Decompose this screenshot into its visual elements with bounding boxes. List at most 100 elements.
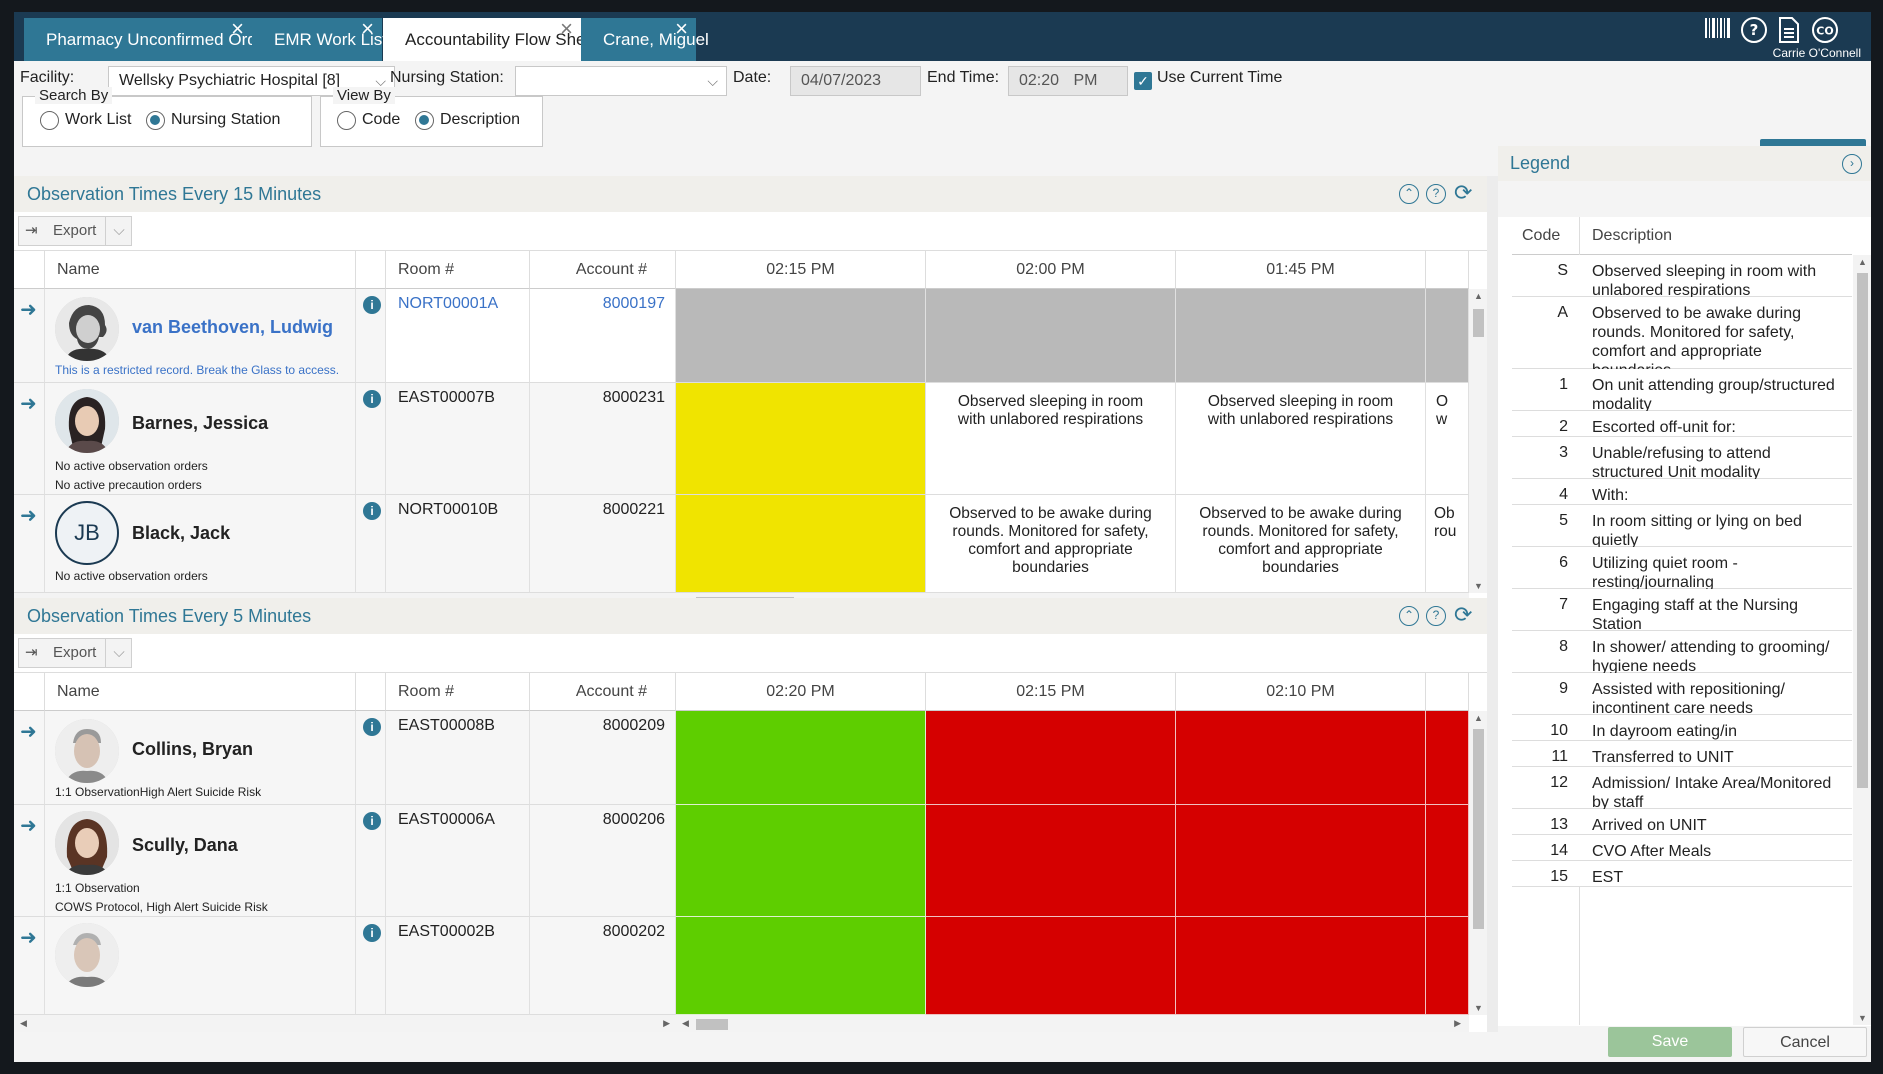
scroll-down-icon[interactable]: ▼ xyxy=(1474,581,1483,591)
open-record-button[interactable]: ➜ xyxy=(14,711,45,805)
refresh-icon[interactable]: ⟳ xyxy=(1454,603,1472,627)
info-icon[interactable]: i xyxy=(363,924,381,942)
scroll-up-icon[interactable]: ▲ xyxy=(1858,257,1867,267)
observation-cell[interactable]: Observed to be awake during rounds. Moni… xyxy=(926,495,1176,593)
export-button[interactable]: ⇥ Export ⌵ xyxy=(18,216,132,246)
legend-vertical-scrollbar[interactable]: ▲ ▼ xyxy=(1853,255,1871,1025)
legend-column-code[interactable]: Code xyxy=(1522,227,1560,245)
observation-cell-overdue[interactable] xyxy=(926,805,1176,917)
chevron-down-icon[interactable]: ⌵ xyxy=(105,217,132,245)
scroll-thumb[interactable] xyxy=(1473,729,1484,929)
vertical-scrollbar[interactable]: ▲ ▼ xyxy=(1469,289,1487,593)
observation-cell-overdue[interactable] xyxy=(1176,805,1426,917)
observation-cell-current[interactable] xyxy=(676,805,926,917)
info-cell[interactable]: i xyxy=(356,383,386,495)
column-header-name[interactable]: Name xyxy=(45,673,356,711)
patient-name[interactable]: Collins, Bryan xyxy=(132,739,253,760)
close-icon[interactable]: × xyxy=(361,14,374,44)
account-number[interactable]: 8000197 xyxy=(603,295,665,313)
panel-splitter[interactable] xyxy=(1487,176,1498,1032)
scroll-left-icon[interactable]: ◀ xyxy=(20,1018,27,1029)
scroll-right-icon[interactable]: ▶ xyxy=(663,1018,670,1029)
column-header-room[interactable]: Room # xyxy=(386,673,530,711)
close-icon[interactable]: × xyxy=(231,14,244,44)
barcode-icon[interactable] xyxy=(1703,16,1733,46)
scroll-down-icon[interactable]: ▼ xyxy=(1474,1003,1483,1013)
scroll-thumb[interactable] xyxy=(696,1019,728,1030)
observation-cell-due[interactable] xyxy=(676,383,926,495)
observation-cell-overdue[interactable] xyxy=(926,917,1176,1015)
tab-pharmacy-unconfirmed-orders[interactable]: Pharmacy Unconfirmed Orders × xyxy=(24,16,280,61)
scroll-up-icon[interactable]: ▲ xyxy=(1474,713,1483,723)
column-header-account[interactable]: Account # xyxy=(530,251,676,289)
radio-code[interactable] xyxy=(337,111,356,130)
tab-crane-miguel[interactable]: Crane, Miguel × xyxy=(581,16,709,61)
observation-cell[interactable]: Observed to be awake during rounds. Moni… xyxy=(1176,495,1426,593)
open-record-button[interactable]: ➜ xyxy=(14,289,45,383)
radio-work-list[interactable] xyxy=(40,111,59,130)
scroll-left-icon[interactable]: ◀ xyxy=(682,1018,689,1029)
observation-cell-overdue[interactable] xyxy=(1176,711,1426,805)
observation-cell-current[interactable] xyxy=(676,711,926,805)
radio-nursing-station[interactable] xyxy=(146,111,165,130)
legend-column-description[interactable]: Description xyxy=(1592,227,1672,245)
info-cell[interactable]: i xyxy=(356,805,386,917)
horizontal-scrollbar-times[interactable]: ◀ ▶ xyxy=(676,1015,1469,1032)
observation-cell-overdue[interactable] xyxy=(926,711,1176,805)
user-avatar-icon[interactable]: CO xyxy=(1810,16,1840,46)
scroll-thumb[interactable] xyxy=(1857,273,1868,788)
observation-cell[interactable]: Ob rou xyxy=(1426,495,1469,593)
close-icon[interactable]: × xyxy=(560,14,573,44)
scroll-right-icon[interactable]: ▶ xyxy=(1454,1018,1461,1029)
nursing-station-select[interactable]: ⌵ xyxy=(515,66,727,96)
observation-cell-overdue[interactable] xyxy=(1426,711,1469,805)
info-icon[interactable]: i xyxy=(363,390,381,408)
info-cell[interactable]: i xyxy=(356,917,386,1015)
info-icon[interactable]: i xyxy=(363,718,381,736)
room-number[interactable]: NORT00001A xyxy=(398,295,498,313)
vertical-scrollbar[interactable]: ▲ ▼ xyxy=(1469,711,1487,1015)
horizontal-scrollbar-fixed[interactable]: ◀ ▶ xyxy=(14,1015,676,1032)
tab-accountability-flow-sheet[interactable]: Accountability Flow Sheet × xyxy=(383,16,600,61)
scroll-thumb[interactable] xyxy=(1473,309,1484,337)
help-icon[interactable]: ? xyxy=(1426,184,1446,204)
collapse-icon[interactable]: ⌃ xyxy=(1399,184,1419,204)
observation-cell-overdue[interactable] xyxy=(1426,805,1469,917)
patient-name[interactable]: Scully, Dana xyxy=(132,835,238,856)
save-button[interactable]: Save xyxy=(1608,1027,1732,1057)
restricted-record-note[interactable]: This is a restricted record. Break the G… xyxy=(55,363,339,377)
info-cell[interactable]: i xyxy=(356,495,386,593)
info-icon[interactable]: i xyxy=(363,296,381,314)
open-record-button[interactable]: ➜ xyxy=(14,383,45,495)
scroll-down-icon[interactable]: ▼ xyxy=(1858,1013,1867,1023)
cancel-button[interactable]: Cancel xyxy=(1743,1027,1867,1057)
column-header-name[interactable]: Name xyxy=(45,251,356,289)
chevron-down-icon[interactable]: ⌵ xyxy=(105,639,132,667)
open-record-button[interactable]: ➜ xyxy=(14,495,45,593)
info-cell[interactable]: i xyxy=(356,289,386,383)
info-cell[interactable]: i xyxy=(356,711,386,805)
column-header-account[interactable]: Account # xyxy=(530,673,676,711)
tab-emr-work-list[interactable]: EMR Work List × xyxy=(252,16,387,61)
open-record-button[interactable]: ➜ xyxy=(14,917,45,1015)
radio-description[interactable] xyxy=(415,111,434,130)
observation-cell[interactable]: Observed sleeping in room with unlabored… xyxy=(1176,383,1426,495)
export-button[interactable]: ⇥ Export ⌵ xyxy=(18,638,132,668)
patient-name[interactable]: Barnes, Jessica xyxy=(132,413,268,434)
close-icon[interactable]: × xyxy=(675,14,688,44)
collapse-icon[interactable]: ⌃ xyxy=(1399,606,1419,626)
scroll-up-icon[interactable]: ▲ xyxy=(1474,291,1483,301)
info-icon[interactable]: i xyxy=(363,812,381,830)
info-icon[interactable]: i xyxy=(363,502,381,520)
refresh-icon[interactable]: ⟳ xyxy=(1454,181,1472,205)
column-header-room[interactable]: Room # xyxy=(386,251,530,289)
observation-cell-due[interactable] xyxy=(676,495,926,593)
document-icon[interactable] xyxy=(1774,16,1804,46)
help-icon[interactable]: ? xyxy=(1426,606,1446,626)
patient-name[interactable]: Black, Jack xyxy=(132,523,230,544)
observation-cell-overdue[interactable] xyxy=(1426,917,1469,1015)
observation-cell[interactable]: Observed sleeping in room with unlabored… xyxy=(926,383,1176,495)
open-record-button[interactable]: ➜ xyxy=(14,805,45,917)
expand-icon[interactable]: › xyxy=(1842,154,1862,174)
observation-cell[interactable]: O w xyxy=(1426,383,1469,495)
